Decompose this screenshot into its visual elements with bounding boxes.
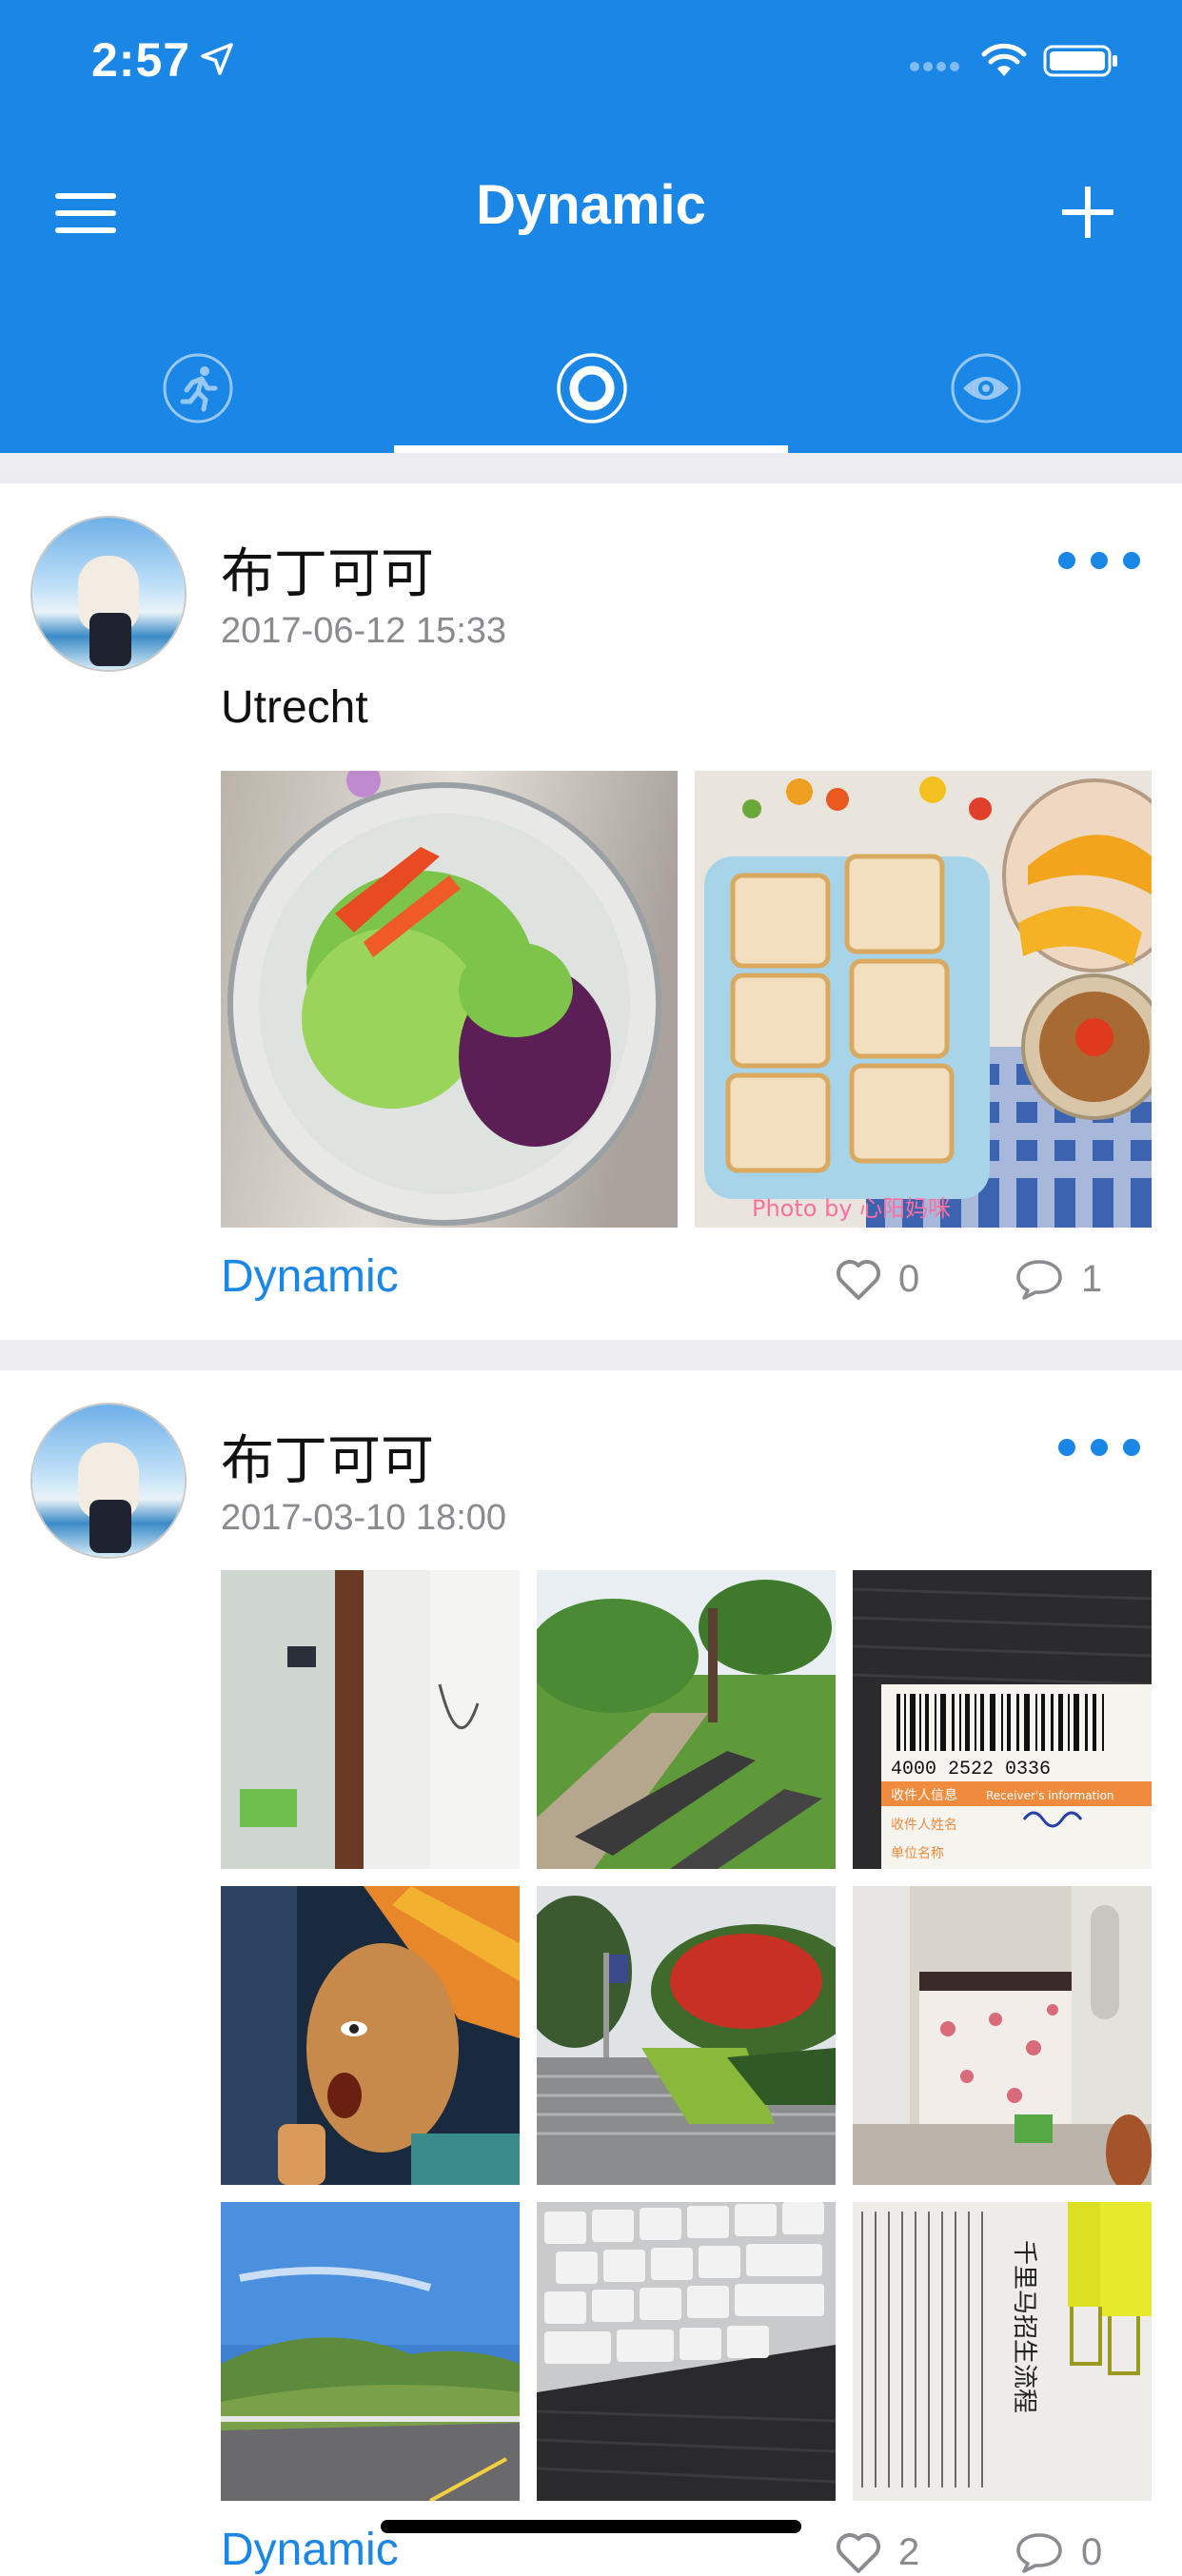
post-photo[interactable] [853,1886,1152,2185]
status-bar: 2:57 [0,0,1182,126]
comment-count: 1 [1081,1258,1103,1300]
eye-icon [951,353,1021,423]
post-card[interactable]: 布丁可可 2017-06-12 15:33 Utrecht Photo by 心… [0,483,1182,1340]
flowering-tree-steps-photo [537,1886,836,2185]
label-header: 收件人信息 [891,1787,957,1803]
cellular-signal-icon [910,59,963,76]
tab-discover[interactable] [788,324,1182,453]
tab-bar [0,324,1182,453]
post-photo[interactable] [537,1886,836,2185]
navigation-bar: Dynamic [0,152,1182,266]
comment-count: 0 [1081,2531,1103,2573]
shipping-label-barcode-photo: 4000 2522 0336 收件人信息 Receiver's informat… [853,1570,1152,1869]
toast-breakfast-photo: Photo by 心阳妈咪 [695,771,1152,1228]
post-username[interactable]: 布丁可可 [221,1418,434,1495]
battery-icon [1043,45,1117,77]
tab-sports[interactable] [0,324,394,453]
post-photo[interactable]: 4000 2522 0336 收件人信息 Receiver's informat… [853,1570,1152,1869]
document-title: 千里马招生流程 [1010,2240,1038,2413]
avatar[interactable] [32,518,185,670]
app-header: 2:57 Dynamic [0,0,1182,453]
park-bench-photo [537,1570,836,1869]
mountain-road-photo [221,2202,520,2501]
heart-icon[interactable] [834,1256,883,1302]
post-photo[interactable] [221,2202,520,2501]
active-tab-indicator [394,445,788,453]
post-username[interactable]: 布丁可可 [221,531,434,608]
post-card[interactable]: 布丁可可 2017-03-10 18:00 4000 2522 0336 收件人… [0,1370,1182,2575]
bedroom-photo [853,1886,1152,2185]
circle-ring-icon [557,353,627,423]
section-separator [0,453,1182,483]
avatar[interactable] [32,1405,185,1557]
post-photo[interactable]: Photo by 心阳妈咪 [695,771,1152,1228]
post-datetime: 2017-06-12 15:33 [221,611,507,651]
post-photo[interactable] [537,2202,836,2501]
like-count: 2 [898,2531,920,2573]
post-category-link[interactable]: Dynamic [221,2524,399,2576]
photo-watermark: Photo by 心阳妈咪 [752,1195,951,1222]
plus-icon [1062,187,1113,238]
comment-icon[interactable] [1015,2529,1064,2575]
label-header-en: Receiver's information [986,1789,1114,1802]
post-photo[interactable]: 千里马招生流程 [853,2202,1152,2501]
ellipsis-icon [1058,1439,1075,1456]
add-button[interactable] [1056,181,1119,244]
recruitment-document-photo: 千里马招生流程 [853,2202,1152,2501]
status-time: 2:57 [91,33,191,87]
keyboard-photo [537,2202,836,2501]
post-category-link[interactable]: Dynamic [221,1250,399,1303]
home-indicator[interactable] [381,2520,801,2533]
post-photo[interactable] [221,1886,520,2185]
post-photo[interactable] [221,771,678,1228]
more-options-button[interactable] [1058,552,1163,590]
section-separator [0,1340,1182,1370]
label-company-field: 单位名称 [891,1846,944,1861]
page-title: Dynamic [476,174,706,236]
post-text: Utrecht [221,682,368,733]
post-photo[interactable] [537,1570,836,1869]
barcode-number: 4000 2522 0336 [891,1759,1051,1780]
post-datetime: 2017-03-10 18:00 [221,1498,507,1538]
post-photo[interactable] [221,1570,520,1869]
running-person-icon [163,353,233,423]
ellipsis-icon [1058,552,1075,569]
comment-icon[interactable] [1015,1256,1064,1302]
heart-icon[interactable] [834,2529,883,2575]
statue-face-painting-photo [221,1886,520,2185]
like-count: 0 [898,1258,920,1300]
tab-dynamic[interactable] [394,324,788,453]
wifi-icon [981,43,1027,76]
more-options-button[interactable] [1058,1439,1163,1477]
location-arrow-icon [201,43,233,75]
salad-bowl-photo [221,771,678,1228]
label-name-field: 收件人姓名 [891,1818,957,1833]
bathroom-doorway-photo [221,1570,520,1869]
